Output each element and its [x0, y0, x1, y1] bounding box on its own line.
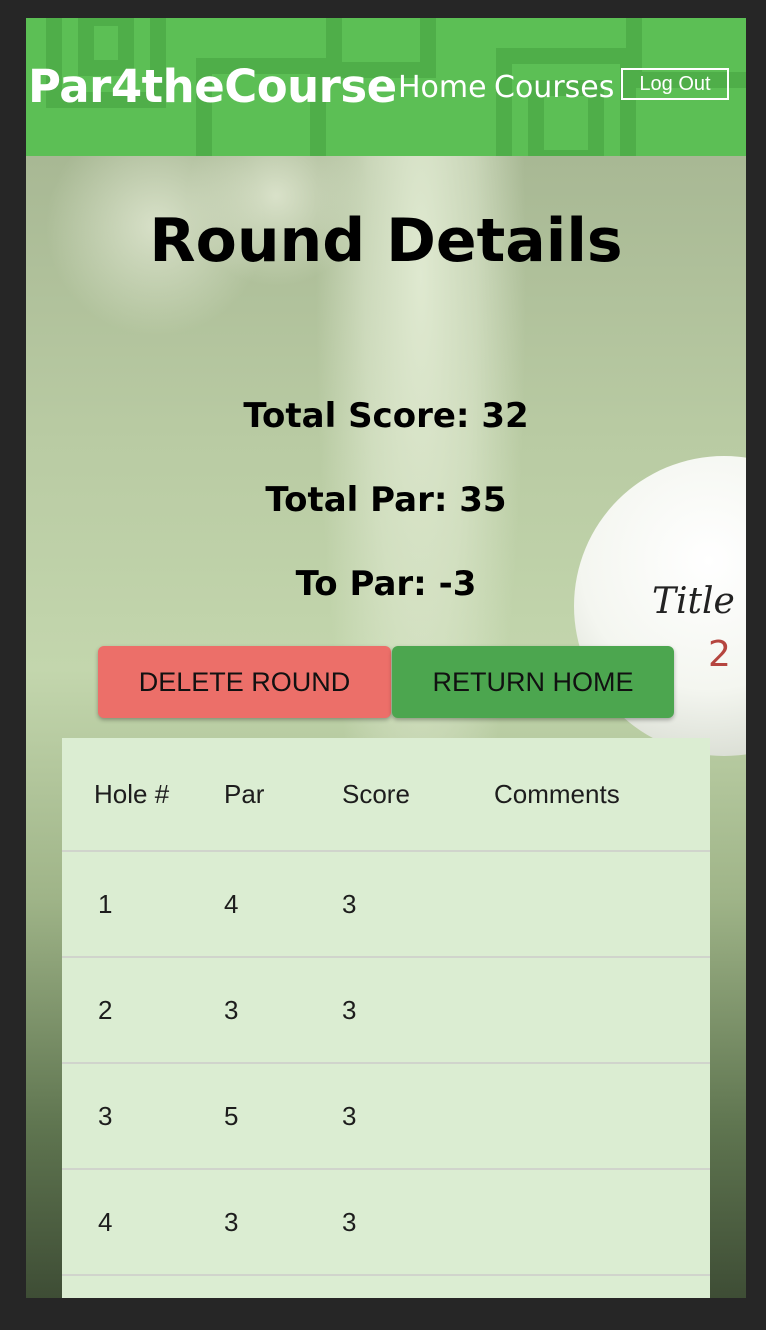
column-header-hole: Hole #	[94, 778, 170, 809]
cell-comments	[494, 851, 710, 957]
cell-hole	[62, 1275, 224, 1298]
holes-table-container: Hole # Par Score Comments 1 4 3 2 3 3 3 …	[62, 738, 710, 1298]
cell-par: 3	[224, 994, 239, 1025]
total-par: Total Par: 35	[265, 480, 507, 520]
cell-hole: 1	[98, 888, 113, 919]
cell-score	[342, 1275, 494, 1298]
table-row: 1 4 3	[62, 851, 710, 957]
table-header-row: Hole # Par Score Comments	[62, 738, 710, 851]
to-par: To Par: -3	[295, 564, 477, 604]
page-title: Round Details	[149, 206, 623, 276]
nav-home-link[interactable]: Home	[398, 70, 487, 105]
cell-comments	[494, 957, 710, 1063]
cell-comments	[494, 1275, 710, 1298]
site-header: Par4theCourse Home Courses Log Out	[26, 18, 746, 156]
cell-score: 3	[342, 994, 357, 1025]
delete-round-button[interactable]: DELETE ROUND	[98, 646, 391, 718]
cell-score: 3	[342, 1100, 357, 1131]
cell-par: 3	[224, 1206, 239, 1237]
return-home-button[interactable]: RETURN HOME	[392, 646, 674, 718]
cell-score: 3	[342, 1206, 357, 1237]
column-header-par: Par	[224, 778, 265, 809]
cell-hole: 2	[98, 994, 113, 1025]
table-row: 4 3 3	[62, 1169, 710, 1275]
cell-score: 3	[342, 888, 357, 919]
cell-comments	[494, 1063, 710, 1169]
total-score: Total Score: 32	[243, 396, 529, 436]
browser-viewport: Par4theCourse Home Courses Log Out Title…	[26, 18, 746, 1298]
nav-courses-link[interactable]: Courses	[494, 70, 614, 105]
logout-button[interactable]: Log Out	[621, 68, 729, 100]
golf-ball-number: 2	[708, 634, 731, 675]
cell-comments	[494, 1169, 710, 1275]
table-row: 2 3 3	[62, 957, 710, 1063]
cell-par: 5	[224, 1100, 239, 1131]
cell-hole: 3	[98, 1100, 113, 1131]
column-header-comments: Comments	[494, 778, 620, 809]
column-header-score: Score	[342, 778, 410, 809]
cell-hole: 4	[98, 1206, 113, 1237]
table-row: 3 5 3	[62, 1063, 710, 1169]
table-row	[62, 1275, 710, 1298]
cell-par: 4	[224, 888, 239, 919]
holes-table: Hole # Par Score Comments 1 4 3 2 3 3 3 …	[62, 738, 710, 1298]
cell-par	[224, 1275, 342, 1298]
site-logo[interactable]: Par4theCourse	[28, 60, 397, 113]
